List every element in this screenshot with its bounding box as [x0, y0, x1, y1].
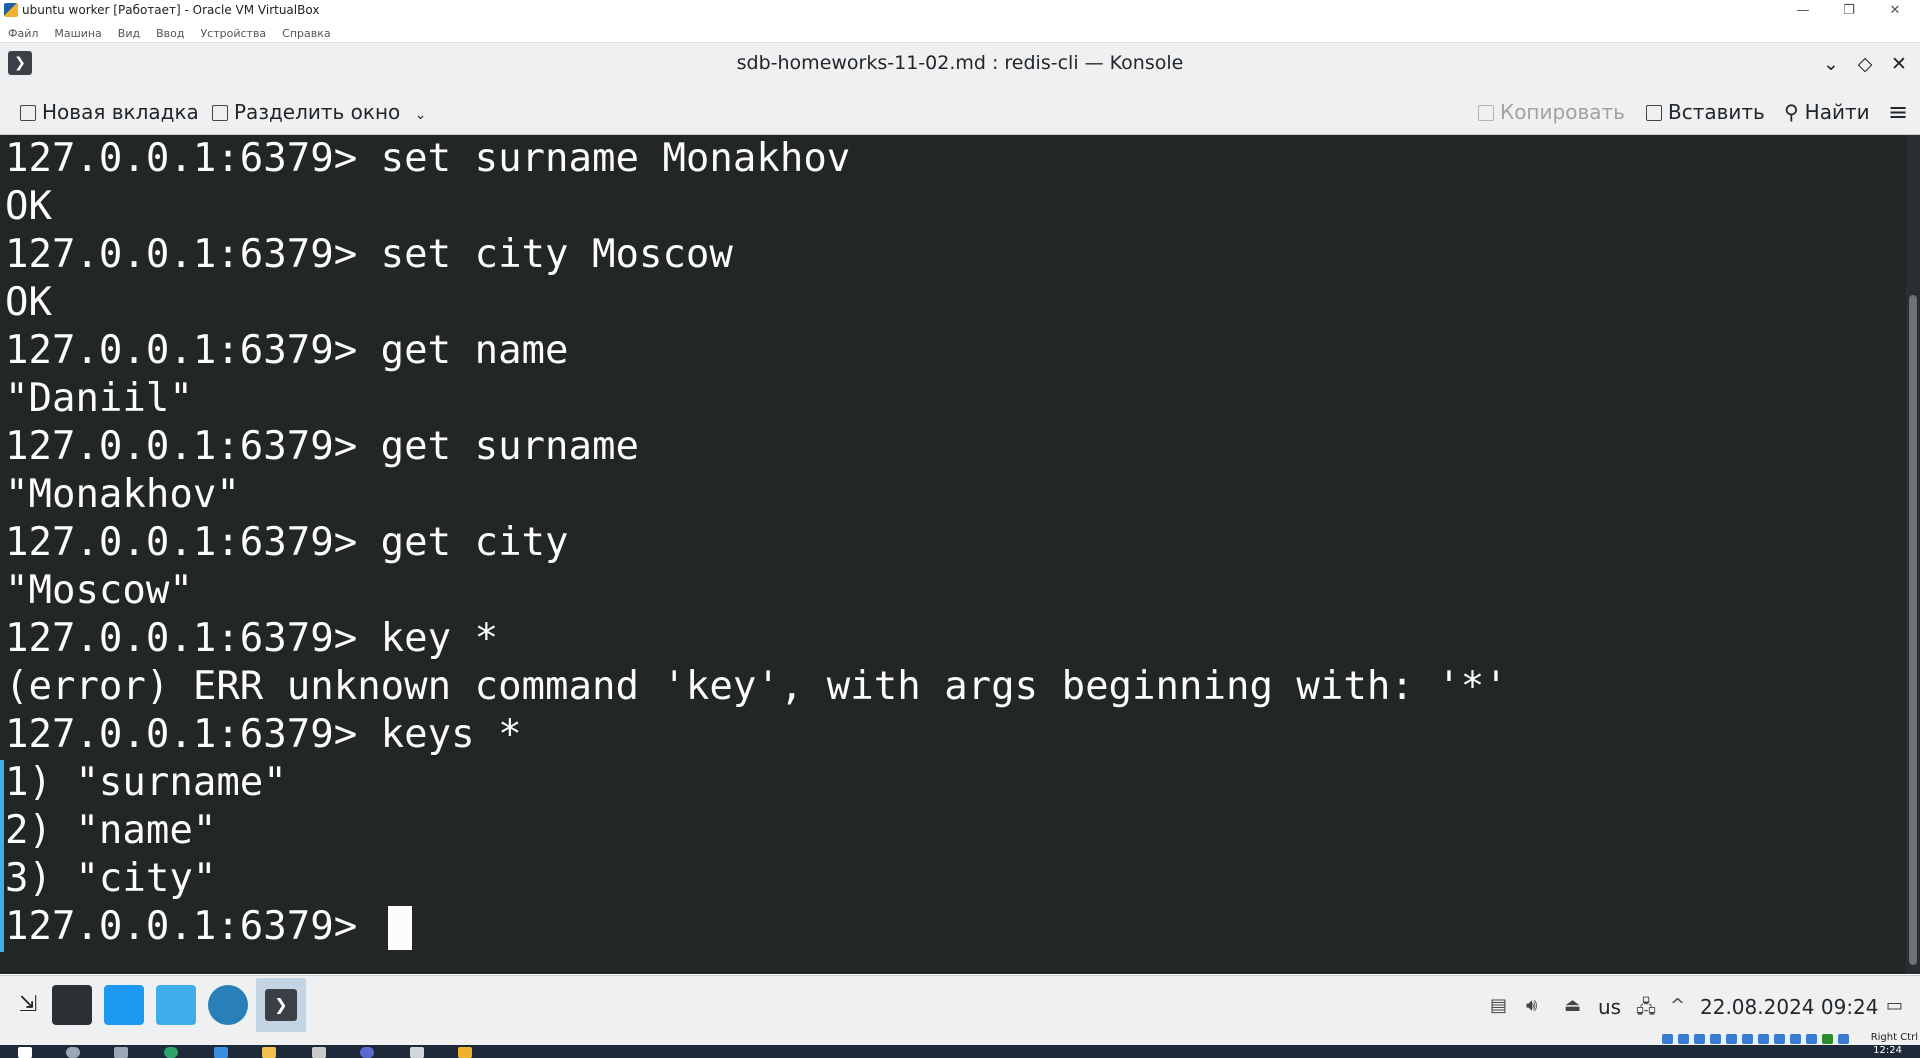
host-key-label: Right Ctrl: [1870, 1032, 1918, 1043]
menu-machine[interactable]: Машина: [54, 27, 101, 40]
scrollbar[interactable]: [1906, 135, 1920, 974]
store-icon[interactable]: [214, 1047, 228, 1058]
terminal-line: 127.0.0.1:6379> get surname: [5, 424, 639, 469]
menu-devices[interactable]: Устройства: [200, 27, 266, 40]
panel-clock[interactable]: 22.08.2024 09:24: [1700, 995, 1879, 1019]
minimize-icon[interactable]: ⌄: [1818, 51, 1844, 77]
terminal-line: 127.0.0.1:6379> get name: [5, 328, 569, 373]
optical-drive-icon[interactable]: [1678, 1034, 1689, 1044]
virtualbox-title-bar: ubuntu worker [Работает] - Oracle VM Vir…: [0, 0, 1920, 22]
virtualbox-status-bar: Right Ctrl: [0, 1032, 1920, 1045]
keyboard-layout[interactable]: us: [1598, 995, 1621, 1019]
terminal-line: "Daniil": [5, 376, 193, 421]
copy-icon: [1478, 105, 1494, 121]
minimize-icon[interactable]: —: [1780, 0, 1826, 22]
cpu-icon[interactable]: [1790, 1034, 1801, 1044]
edge-browser-icon[interactable]: [164, 1047, 178, 1058]
volume-icon[interactable]: 🔊︎: [1526, 995, 1537, 1016]
terminal-line: 127.0.0.1:6379> key *: [5, 616, 499, 661]
find-button[interactable]: ⚲ Найти: [1784, 97, 1870, 127]
display-icon[interactable]: [1758, 1034, 1769, 1044]
restore-icon[interactable]: ❐: [1826, 0, 1872, 22]
hamburger-menu-icon[interactable]: ≡: [1888, 97, 1908, 127]
virtualbox-task-icon[interactable]: [458, 1047, 472, 1058]
text-cursor: [388, 906, 412, 950]
copy-label: Копировать: [1500, 100, 1625, 124]
virtualbox-window-title: ubuntu worker [Работает] - Oracle VM Vir…: [22, 3, 320, 17]
terminal-line: "Moscow": [5, 568, 193, 613]
usb-device-icon[interactable]: ⏏: [1564, 995, 1581, 1016]
terminal-line: 1) "surname": [5, 760, 287, 805]
shared-folders-icon[interactable]: [1742, 1034, 1753, 1044]
discover-store-icon[interactable]: [104, 985, 144, 1025]
terminal-view[interactable]: 127.0.0.1:6379> set surname Monakhov OK …: [0, 135, 1920, 974]
network-adapter-icon[interactable]: [1710, 1034, 1721, 1044]
hard-disk-icon[interactable]: [1662, 1034, 1673, 1044]
virtualbox-logo-icon: [4, 3, 18, 17]
keyboard-capture-icon[interactable]: [1822, 1034, 1833, 1044]
terminal-line: "Monakhov": [5, 472, 240, 517]
web-browser-icon[interactable]: [208, 985, 248, 1025]
search-icon: ⚲: [1784, 100, 1799, 124]
app-launcher-icon[interactable]: ⇲: [8, 985, 48, 1025]
terminal-line: (error) ERR unknown command 'key', with …: [5, 664, 1508, 709]
terminal-line: 2) "name": [5, 808, 217, 853]
recording-icon[interactable]: [1774, 1034, 1785, 1044]
host-clock: 12:24: [1873, 1045, 1902, 1056]
kde-panel: ⇲ ❯ ▤ 🔊︎ ⏏ us 🖧 ^ 22.08.2024 09:24 ▭: [0, 975, 1920, 1034]
terminal-line: 3) "city": [5, 856, 217, 901]
network-icon[interactable]: 🖧: [1636, 995, 1656, 1025]
file-manager-icon[interactable]: [156, 985, 196, 1025]
terminal-line: 127.0.0.1:6379> keys *: [5, 712, 522, 757]
virtualbox-menu-bar: Файл Машина Вид Ввод Устройства Справка: [0, 22, 1920, 43]
app-icon[interactable]: [312, 1047, 326, 1058]
menu-input[interactable]: Ввод: [156, 27, 184, 40]
close-icon[interactable]: ✕: [1872, 0, 1918, 22]
terminal-line: 127.0.0.1:6379> set city Moscow: [5, 232, 733, 277]
windows-start-icon[interactable]: [18, 1047, 32, 1058]
paste-label: Вставить: [1668, 100, 1765, 124]
paste-icon: [1646, 105, 1662, 121]
terminal-prompt-line: 127.0.0.1:6379>: [5, 904, 381, 949]
paste-button[interactable]: Вставить: [1646, 97, 1765, 127]
new-tab-label: Новая вкладка: [42, 100, 199, 124]
close-icon[interactable]: ✕: [1886, 51, 1912, 77]
find-label: Найти: [1804, 100, 1870, 124]
clipboard-icon[interactable]: ▤: [1490, 995, 1507, 1016]
menu-help[interactable]: Справка: [282, 27, 330, 40]
menu-file[interactable]: Файл: [8, 27, 38, 40]
split-view-label: Разделить окно: [234, 100, 401, 124]
chevron-down-icon: ⌄: [414, 107, 427, 123]
mouse-integration-icon[interactable]: [1806, 1034, 1817, 1044]
usb-icon[interactable]: [1726, 1034, 1737, 1044]
chevron-up-icon[interactable]: ^: [1670, 995, 1685, 1016]
terminal-line: OK: [5, 280, 52, 325]
scroll-marker: [0, 760, 4, 952]
search-icon[interactable]: [66, 1047, 80, 1058]
system-settings-icon[interactable]: [52, 985, 92, 1025]
task-view-icon[interactable]: [114, 1047, 128, 1058]
konsole-header: ❯ sdb-homeworks-11-02.md : redis-cli — K…: [0, 43, 1920, 135]
new-tab-icon: [20, 105, 36, 121]
new-tab-button[interactable]: Новая вкладка: [20, 97, 199, 127]
scrollbar-thumb[interactable]: [1909, 295, 1917, 965]
app-icon[interactable]: [360, 1047, 374, 1058]
terminal-line: 127.0.0.1:6379> set surname Monakhov: [5, 136, 851, 181]
terminal-line: 127.0.0.1:6379> get city: [5, 520, 569, 565]
split-view-icon: [212, 105, 228, 121]
audio-icon[interactable]: [1694, 1034, 1705, 1044]
split-view-button[interactable]: Разделить окно ⌄: [212, 97, 426, 127]
app-icon[interactable]: [410, 1047, 424, 1058]
terminal-line: OK: [5, 184, 52, 229]
konsole-task-button[interactable]: ❯: [256, 978, 306, 1032]
maximize-icon[interactable]: ◇: [1852, 51, 1878, 77]
explorer-icon[interactable]: [262, 1047, 276, 1058]
host-key-icon[interactable]: [1838, 1034, 1849, 1044]
show-desktop-icon[interactable]: ▭: [1886, 995, 1903, 1016]
konsole-icon: ❯: [265, 989, 297, 1021]
host-taskbar: 12:24: [0, 1045, 1920, 1058]
copy-button[interactable]: Копировать: [1478, 97, 1625, 127]
konsole-window-title: sdb-homeworks-11-02.md : redis-cli — Kon…: [736, 52, 1184, 74]
menu-view[interactable]: Вид: [118, 27, 140, 40]
